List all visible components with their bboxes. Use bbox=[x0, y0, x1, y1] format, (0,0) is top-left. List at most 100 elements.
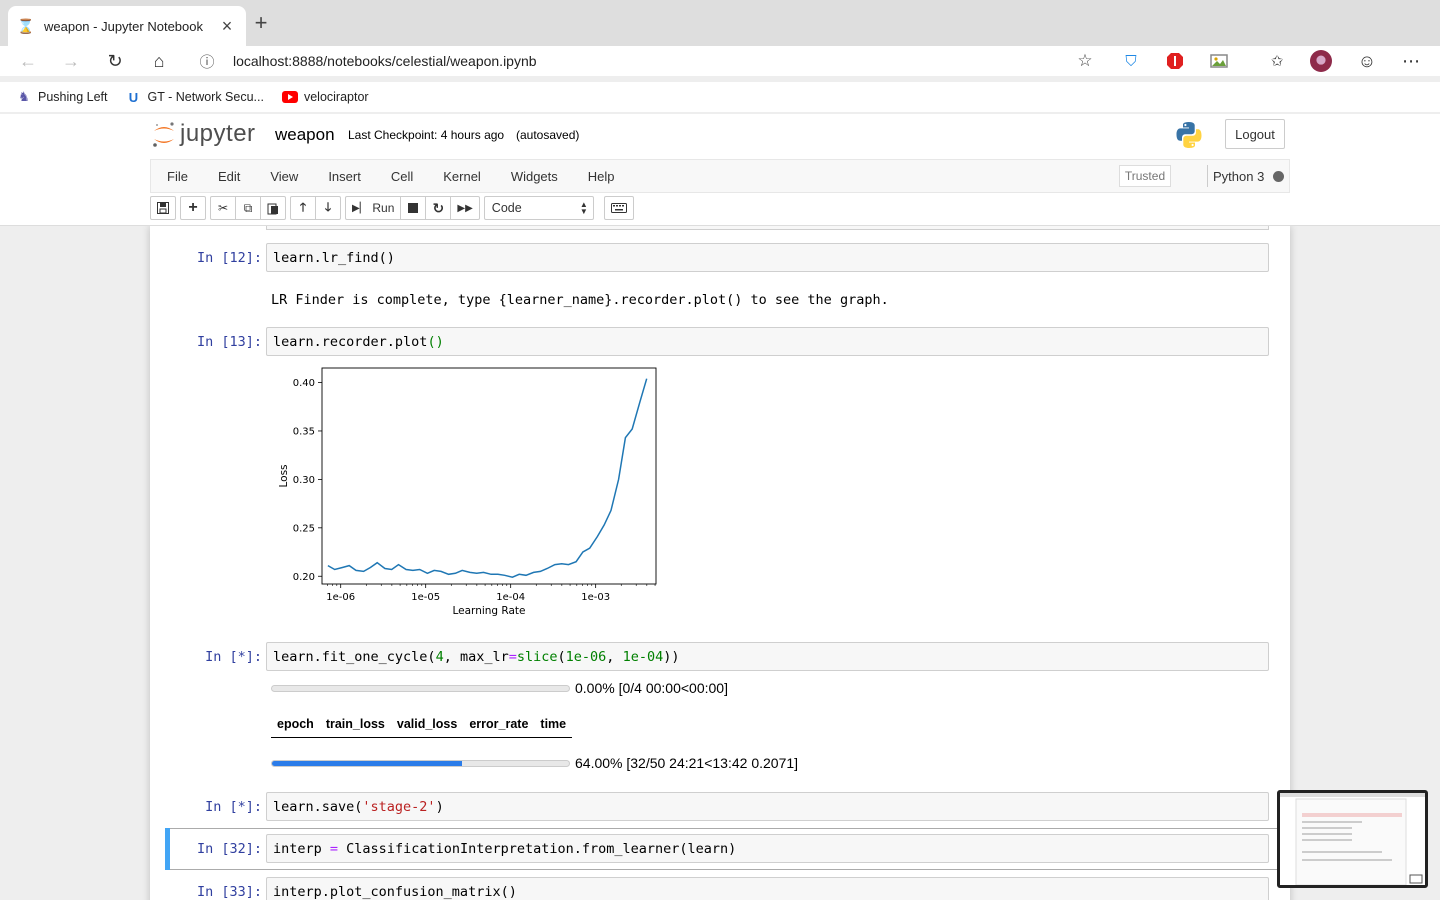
menu-file[interactable]: File bbox=[151, 169, 202, 184]
code-text: interp.plot_confusion_matrix() bbox=[273, 883, 517, 900]
hourglass-icon: ⌛ bbox=[17, 17, 35, 34]
code-cell-input[interactable]: interp.plot_confusion_matrix() bbox=[266, 877, 1269, 900]
y-tick-label: 0.30 bbox=[293, 475, 315, 486]
code-cell-input[interactable]: learn.recorder.plot() bbox=[266, 327, 1269, 356]
code-text: interp bbox=[273, 840, 330, 857]
browser-toolbar: ← → ↻ ⌂ ⓘ localhost:8888/notebooks/celes… bbox=[0, 46, 1440, 76]
home-icon[interactable]: ⌂ bbox=[144, 46, 174, 76]
kernel-name: Python 3 bbox=[1213, 168, 1265, 184]
close-tab-icon[interactable]: × bbox=[218, 16, 236, 37]
jupyter-logo-icon bbox=[152, 120, 176, 148]
table-header: train_loss bbox=[319, 717, 391, 738]
move-up-icon[interactable]: 🡑 bbox=[290, 196, 316, 220]
favorites-icon[interactable]: ✩ bbox=[1266, 50, 1288, 72]
run-label: Run bbox=[372, 201, 395, 215]
profile-avatar[interactable] bbox=[1310, 50, 1332, 72]
select-arrows-icon: ▲ ▼ bbox=[579, 200, 588, 216]
copy-icon[interactable]: ⧉ bbox=[235, 196, 261, 220]
bookmark-item[interactable]: U GT - Network Secu... bbox=[126, 89, 264, 105]
notebook-toolbar: + ✂ ⧉ 🡑 🡓 ▶▏ Run ↻ ▶▶ Code ▲ ▼ bbox=[150, 193, 638, 223]
restart-icon[interactable]: ↻ bbox=[425, 196, 452, 220]
autosave-status: (autosaved) bbox=[516, 128, 580, 142]
browser-tabstrip: ⌛ weapon - Jupyter Notebook × + bbox=[0, 0, 1440, 46]
code-text: )) bbox=[663, 648, 680, 665]
code-parens: () bbox=[427, 333, 444, 350]
code-cell-input[interactable]: learn.lr_find() bbox=[266, 243, 1269, 272]
save-icon[interactable] bbox=[150, 196, 176, 220]
code-text: , bbox=[606, 648, 623, 665]
previous-cell-edge bbox=[266, 226, 1269, 230]
bookmark-item[interactable]: velociraptor bbox=[281, 89, 369, 105]
menu-insert[interactable]: Insert bbox=[312, 169, 375, 184]
logout-button[interactable]: Logout bbox=[1225, 119, 1285, 149]
feedback-smiley-icon[interactable]: ☺ bbox=[1356, 50, 1378, 72]
university-logo-icon: U bbox=[128, 89, 139, 105]
cell-prompt: In [12]: bbox=[196, 250, 262, 266]
menubar: File Edit View Insert Cell Kernel Widget… bbox=[150, 159, 1290, 193]
kernel-indicator: Python 3 bbox=[1207, 165, 1285, 187]
jupyter-logo[interactable]: jupyter bbox=[152, 120, 256, 148]
info-icon[interactable]: ⓘ bbox=[189, 51, 225, 72]
menu-edit[interactable]: Edit bbox=[202, 169, 254, 184]
menu-help[interactable]: Help bbox=[572, 169, 629, 184]
cut-icon[interactable]: ✂ bbox=[210, 196, 236, 220]
address-bar[interactable]: ⓘ localhost:8888/notebooks/celestial/wea… bbox=[188, 46, 1104, 76]
bookmark-label: velociraptor bbox=[303, 90, 369, 104]
cell-type-value: Code bbox=[491, 201, 522, 215]
code-operator: = bbox=[329, 840, 339, 857]
youtube-icon bbox=[281, 89, 298, 105]
menu-widgets[interactable]: Widgets bbox=[495, 169, 572, 184]
insert-cell-icon[interactable]: + bbox=[180, 196, 206, 220]
python-logo-icon bbox=[1174, 120, 1204, 150]
url-text: localhost:8888/notebooks/celestial/weapo… bbox=[233, 53, 537, 69]
paste-icon[interactable] bbox=[260, 196, 286, 220]
menu-kernel[interactable]: Kernel bbox=[427, 169, 495, 184]
code-text: ) bbox=[435, 798, 444, 815]
move-down-icon[interactable]: 🡓 bbox=[315, 196, 341, 220]
code-text: learn.recorder.plot bbox=[273, 333, 428, 350]
x-axis-label: Learning Rate bbox=[453, 605, 526, 617]
run-button[interactable]: ▶▏ Run bbox=[345, 196, 402, 220]
keyboard-icon[interactable] bbox=[603, 196, 634, 220]
notebook-name[interactable]: weapon bbox=[275, 125, 335, 145]
back-icon[interactable]: ← bbox=[13, 46, 43, 76]
browser-tab[interactable]: ⌛ weapon - Jupyter Notebook × bbox=[8, 6, 246, 46]
notebook-site: In [12]: learn.lr_find() LR Finder is co… bbox=[0, 226, 1440, 900]
adblock-extension-icon[interactable] bbox=[1164, 50, 1186, 72]
code-text: ClassificationInterpretation.from_learne… bbox=[338, 840, 737, 857]
table-header: epoch bbox=[271, 717, 320, 738]
trusted-indicator[interactable]: Trusted bbox=[1119, 165, 1171, 187]
x-tick-label: 1e-03 bbox=[581, 592, 610, 603]
code-text: ( bbox=[557, 648, 566, 665]
new-tab-button[interactable]: + bbox=[250, 10, 272, 36]
more-menu-icon[interactable]: ⋯ bbox=[1400, 50, 1422, 72]
screenshot-thumbnail[interactable] bbox=[1277, 790, 1428, 888]
code-cell-input[interactable]: interp = ClassificationInterpretation.fr… bbox=[266, 834, 1269, 863]
jupyter-header: jupyter weapon Last Checkpoint: 4 hours … bbox=[0, 114, 1440, 226]
cell-type-select[interactable]: Code ▲ ▼ bbox=[483, 196, 594, 220]
menu-cell[interactable]: Cell bbox=[375, 169, 427, 184]
cell-prompt: In [33]: bbox=[196, 884, 262, 900]
menu-view[interactable]: View bbox=[254, 169, 312, 184]
image-extension-icon[interactable] bbox=[1208, 50, 1230, 72]
code-cell-input[interactable]: learn.save('stage-2') bbox=[266, 792, 1269, 821]
bookmark-item[interactable]: ♞ Pushing Left bbox=[16, 89, 108, 105]
code-text: , max_lr bbox=[443, 648, 509, 665]
code-cell-input[interactable]: learn.fit_one_cycle(4, max_lr = slice(1e-0… bbox=[266, 642, 1269, 671]
favorite-star-icon[interactable]: ☆ bbox=[1067, 51, 1103, 71]
step-forward-icon: ▶▏ bbox=[352, 202, 368, 214]
shield-extension-icon[interactable]: ⛉ bbox=[1120, 50, 1142, 72]
kernel-busy-icon bbox=[1273, 170, 1285, 182]
code-text: learn.fit_one_cycle( bbox=[273, 648, 436, 665]
batch-progress-text: 64.00% [32/50 24:21<13:42 0.2071] bbox=[575, 755, 799, 771]
fast-forward-icon[interactable]: ▶▶ bbox=[450, 196, 480, 220]
forward-icon[interactable]: → bbox=[56, 46, 86, 76]
batch-progress-bar bbox=[271, 760, 570, 767]
refresh-icon[interactable]: ↻ bbox=[100, 46, 130, 76]
person-icon: ♞ bbox=[18, 89, 30, 104]
batch-progress-fill bbox=[272, 761, 463, 766]
table-header: time bbox=[534, 717, 573, 738]
bookmark-label: Pushing Left bbox=[38, 90, 108, 104]
lr-finder-plot: 0.20 0.25 0.30 0.35 0.40 1e-06 1e-05 1e-04 1e-03… bbox=[278, 367, 657, 617]
interrupt-icon[interactable] bbox=[400, 196, 427, 220]
